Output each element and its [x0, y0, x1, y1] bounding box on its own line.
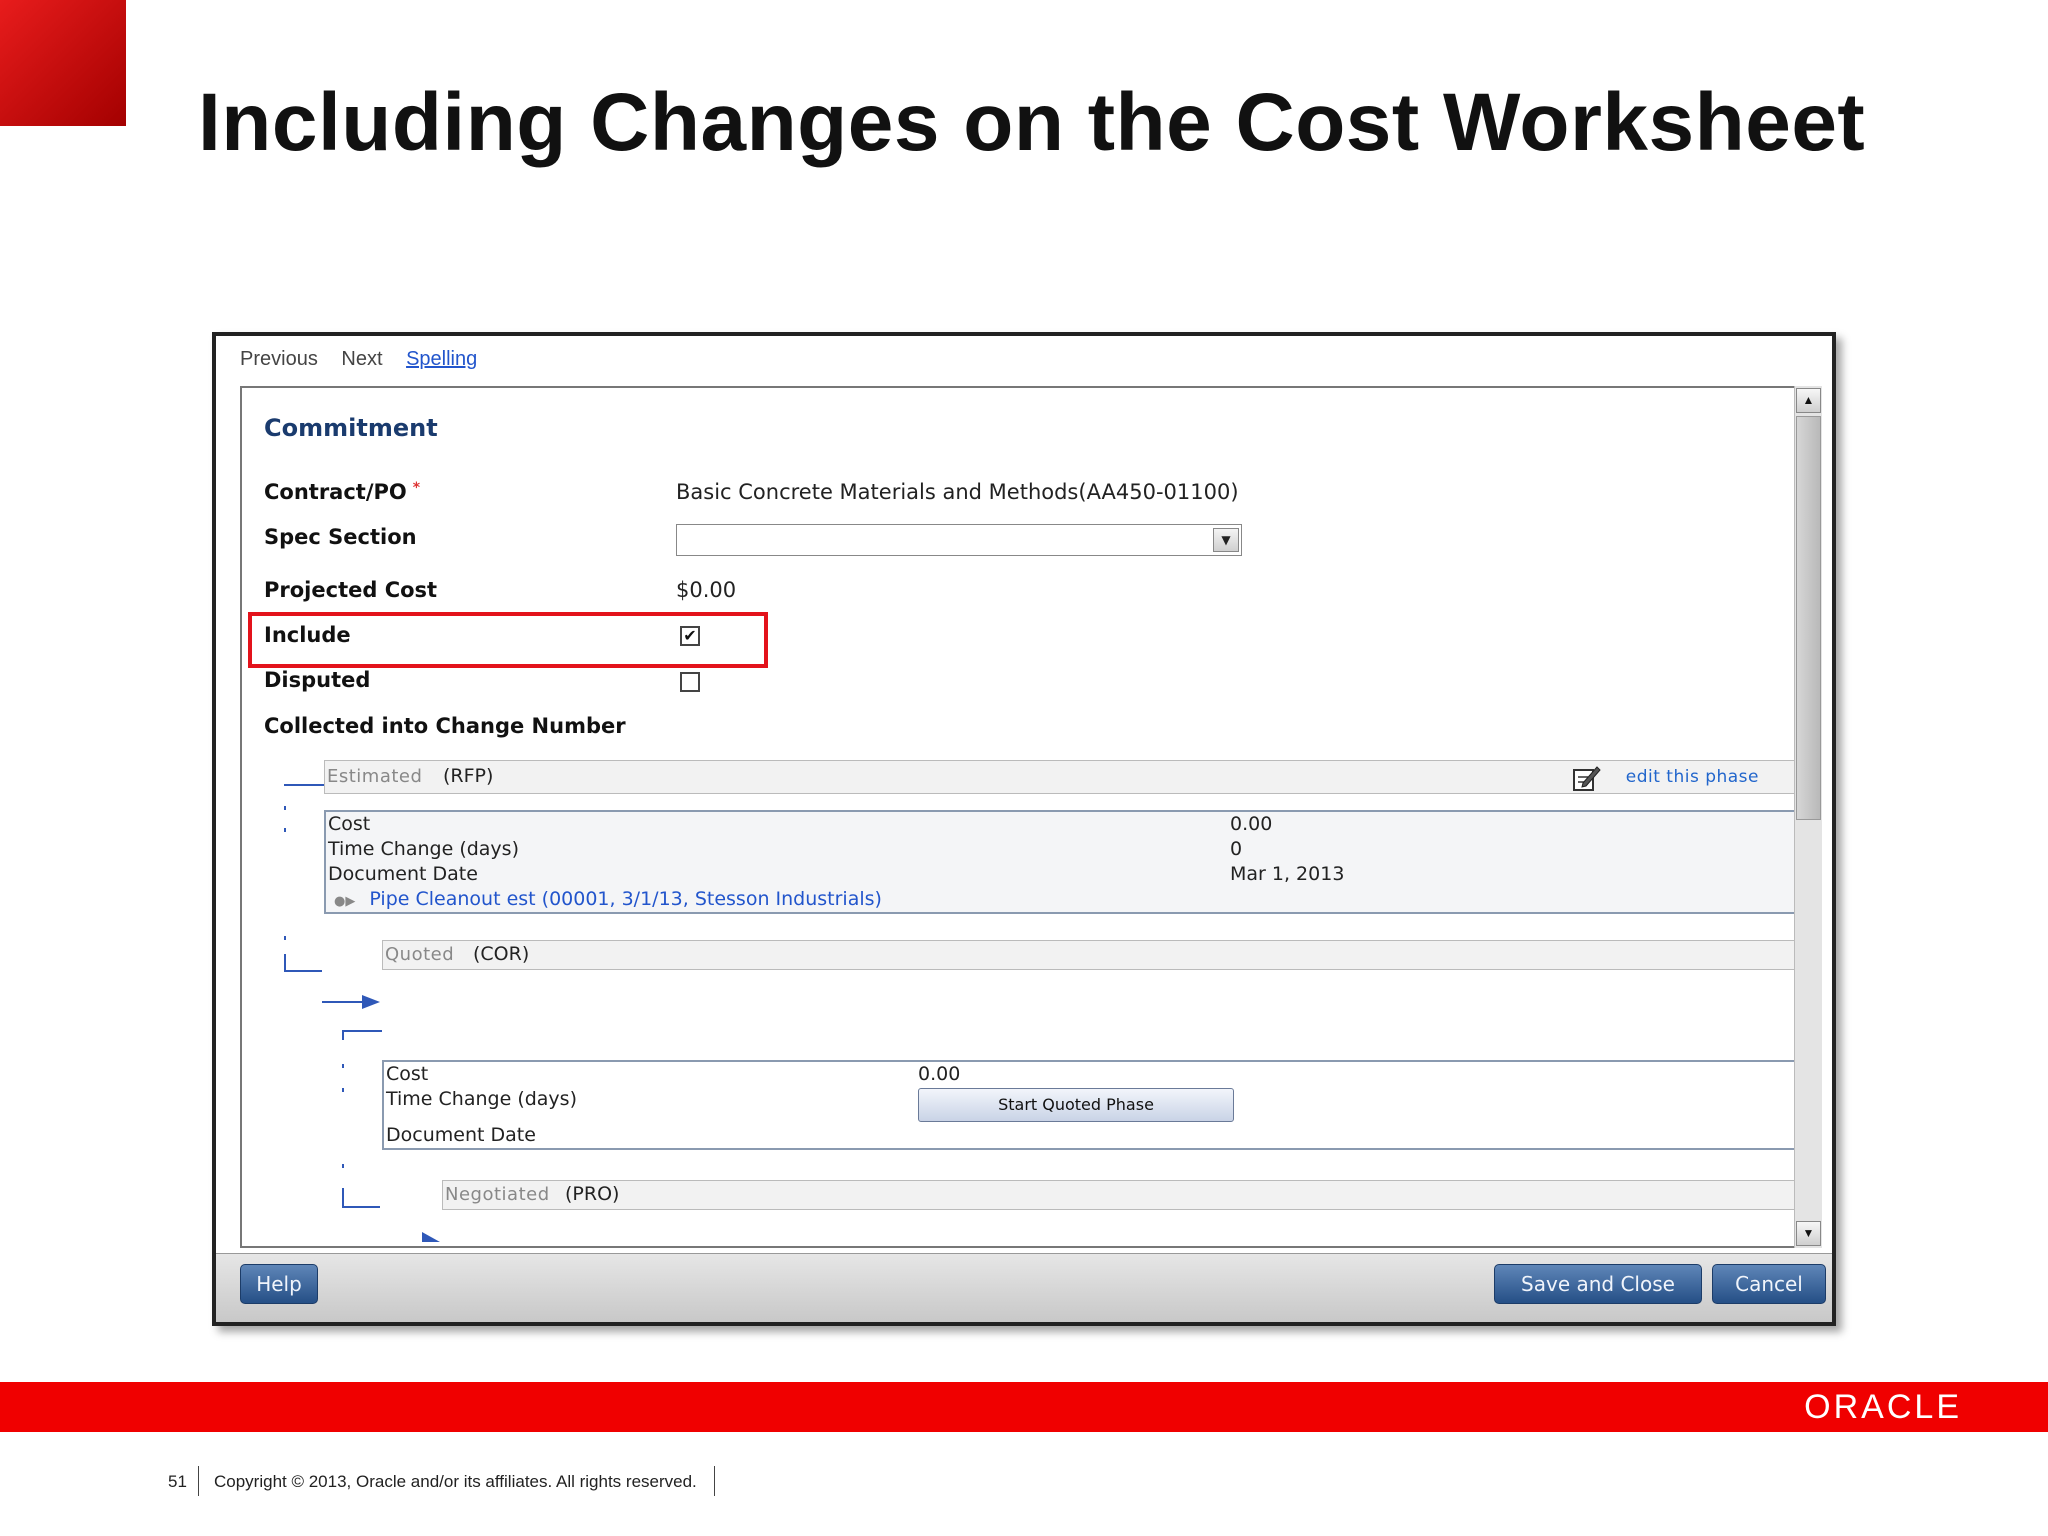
page-number: 51 — [168, 1472, 187, 1491]
disputed-label: Disputed — [264, 668, 371, 692]
estimated-phase-name: Estimated — [327, 766, 423, 787]
arrow-right-icon — [322, 995, 380, 1009]
oracle-logo: ORACLE — [1804, 1388, 1962, 1426]
slide-title: Including Changes on the Cost Worksheet — [198, 77, 1866, 168]
quoted-cost-label: Cost — [386, 1063, 429, 1085]
estimated-cost-value: 0.00 — [1230, 813, 1273, 835]
spec-section-label: Spec Section — [264, 525, 417, 549]
quoted-phase-details: Cost 0.00 Time Change (days) Start Quote… — [382, 1060, 1798, 1150]
footer-red-band: ORACLE — [0, 1382, 2048, 1432]
contract-value: Basic Concrete Materials and Methods(AA4… — [676, 480, 1239, 504]
spec-section-select[interactable]: ▼ — [676, 524, 1242, 556]
quoted-date-label: Document Date — [386, 1124, 536, 1146]
tree-connector — [284, 784, 324, 786]
vertical-scrollbar[interactable]: ▲ ▼ — [1794, 386, 1822, 1248]
cancel-button[interactable]: Cancel — [1712, 1264, 1826, 1304]
quoted-phase-name: Quoted — [385, 944, 455, 965]
save-and-close-button[interactable]: Save and Close — [1494, 1264, 1702, 1304]
tree-connector — [342, 1030, 344, 1040]
pipe-cleanout-link[interactable]: Pipe Cleanout est (00001, 3/1/13, Stesso… — [369, 888, 882, 910]
negotiated-phase-code: (PRO) — [565, 1183, 620, 1205]
footer-divider — [714, 1466, 715, 1496]
estimated-date-value: Mar 1, 2013 — [1230, 863, 1345, 885]
negotiated-phase-header: Negotiated (PRO) — [442, 1180, 1798, 1210]
estimated-phase-header: Estimated (RFP) edit this phase — [324, 760, 1798, 794]
edit-phase-link[interactable]: edit this phase — [1626, 767, 1759, 787]
estimated-time-value: 0 — [1230, 838, 1243, 860]
estimated-date-label: Document Date — [328, 863, 478, 885]
spelling-link[interactable]: Spelling — [406, 348, 477, 370]
tree-dot — [284, 828, 286, 832]
dialog-button-bar: Help Save and Close Cancel — [216, 1253, 1832, 1322]
tree-connector — [284, 970, 322, 972]
tree-dot — [284, 936, 286, 940]
tree-dot — [284, 806, 286, 810]
line-item-row: ●▶ Pipe Cleanout est (00001, 3/1/13, Ste… — [334, 888, 882, 910]
quoted-phase-header: Quoted (COR) — [382, 940, 1798, 970]
disputed-checkbox[interactable] — [680, 672, 700, 692]
section-title: Commitment — [264, 414, 438, 442]
arrow-right-icon — [422, 1232, 440, 1242]
brand-corner-block — [0, 0, 126, 126]
include-highlight-box — [248, 612, 768, 668]
quoted-phase-code: (COR) — [473, 943, 530, 965]
form-panel: Commitment Contract/PO * Basic Concrete M… — [240, 386, 1812, 1248]
contract-label: Contract/PO * — [264, 480, 421, 504]
copyright-text: Copyright © 2013, Oracle and/or its affi… — [214, 1472, 697, 1491]
scroll-down-icon[interactable]: ▼ — [1796, 1221, 1821, 1246]
estimated-cost-label: Cost — [328, 813, 371, 835]
tree-connector — [342, 1030, 382, 1032]
quoted-time-label: Time Change (days) — [386, 1088, 577, 1110]
tree-dot — [342, 1164, 344, 1168]
footer-divider — [198, 1466, 199, 1496]
estimated-phase-details: Cost 0.00 Time Change (days) 0 Document … — [324, 810, 1798, 914]
tree-connector — [342, 1206, 380, 1208]
estimated-time-label: Time Change (days) — [328, 838, 519, 860]
edit-icon[interactable] — [1571, 763, 1601, 793]
tree-dot — [342, 1064, 344, 1068]
previous-link[interactable]: Previous — [240, 348, 318, 370]
next-link[interactable]: Next — [341, 348, 382, 370]
scroll-up-icon[interactable]: ▲ — [1796, 388, 1821, 413]
commitment-dialog: Previous Next Spelling Commitment Contra… — [212, 332, 1836, 1326]
projected-cost-label: Projected Cost — [264, 578, 438, 602]
required-mark: * — [412, 480, 421, 496]
scroll-thumb[interactable] — [1796, 416, 1821, 820]
start-quoted-phase-button[interactable]: Start Quoted Phase — [918, 1088, 1234, 1122]
tree-dot — [342, 1088, 344, 1092]
help-button[interactable]: Help — [240, 1264, 318, 1304]
expand-icon[interactable]: ●▶ — [334, 894, 355, 909]
tree-connector — [342, 1188, 344, 1208]
collected-label: Collected into Change Number — [264, 714, 626, 738]
projected-cost-value: $0.00 — [676, 578, 737, 602]
dialog-nav: Previous Next Spelling — [240, 348, 495, 371]
quoted-cost-value: 0.00 — [918, 1063, 961, 1085]
negotiated-phase-name: Negotiated — [445, 1184, 550, 1205]
dropdown-arrow-icon[interactable]: ▼ — [1213, 528, 1239, 552]
estimated-phase-code: (RFP) — [443, 765, 494, 787]
